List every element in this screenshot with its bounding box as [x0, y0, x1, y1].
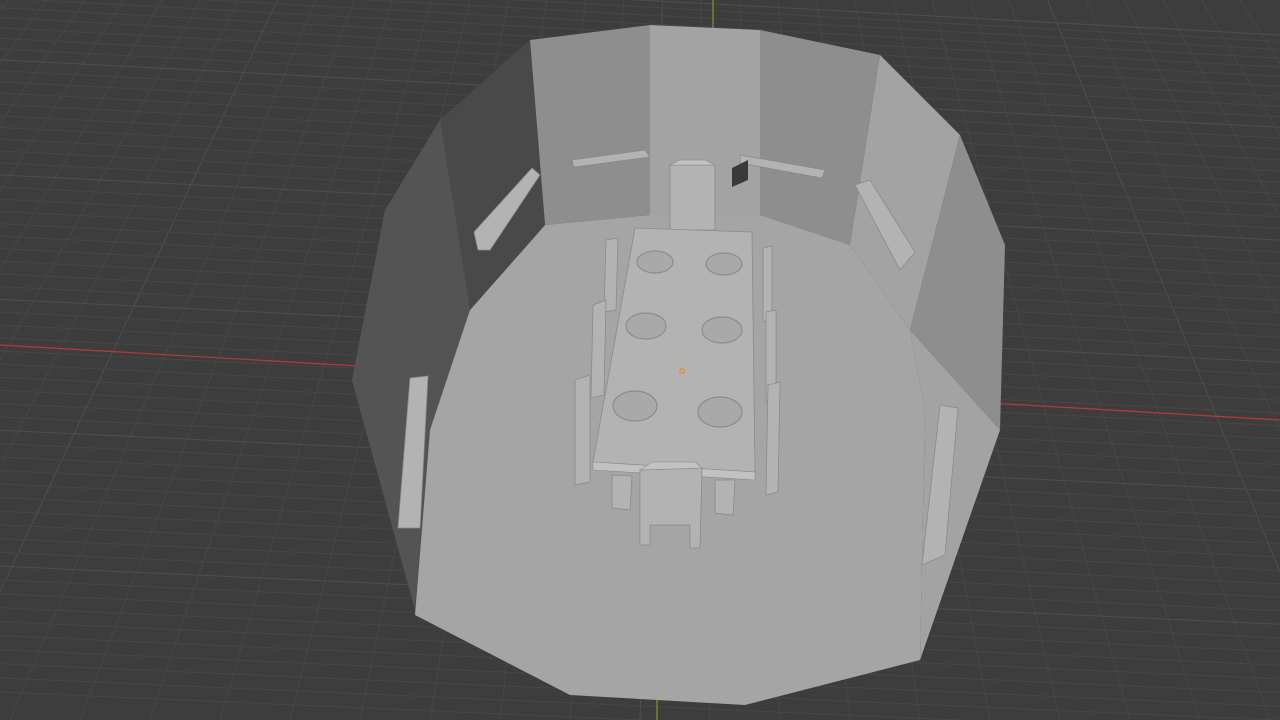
grid-line — [1124, 0, 1280, 317]
grid-line — [0, 0, 278, 594]
table-leg — [611, 474, 633, 511]
chair-left-3 — [574, 374, 591, 486]
chair-right-1 — [762, 245, 773, 323]
chair-left-2 — [590, 299, 607, 399]
grid-line — [0, 0, 163, 271]
grid-line — [0, 0, 47, 65]
chair-head-far[interactable] — [669, 159, 716, 231]
viewport-canvas[interactable] — [0, 0, 1280, 720]
chair-back — [669, 164, 716, 231]
grid-line — [1047, 0, 1280, 574]
3d-viewport[interactable] — [0, 0, 1280, 720]
grid-line — [1239, 0, 1280, 65]
chair-right-3 — [765, 381, 781, 496]
grid-line — [9, 0, 317, 720]
plate — [636, 250, 674, 274]
grid-line — [1162, 0, 1280, 219]
grid-line — [79, 0, 355, 720]
plate — [612, 390, 658, 422]
plate — [625, 312, 667, 340]
plate — [701, 316, 743, 344]
grid-line — [0, 0, 240, 468]
back-wall-left — [530, 25, 650, 225]
plate — [697, 396, 743, 428]
table-leg — [714, 479, 736, 516]
plate — [705, 252, 743, 276]
grid-line — [0, 0, 9, 12]
